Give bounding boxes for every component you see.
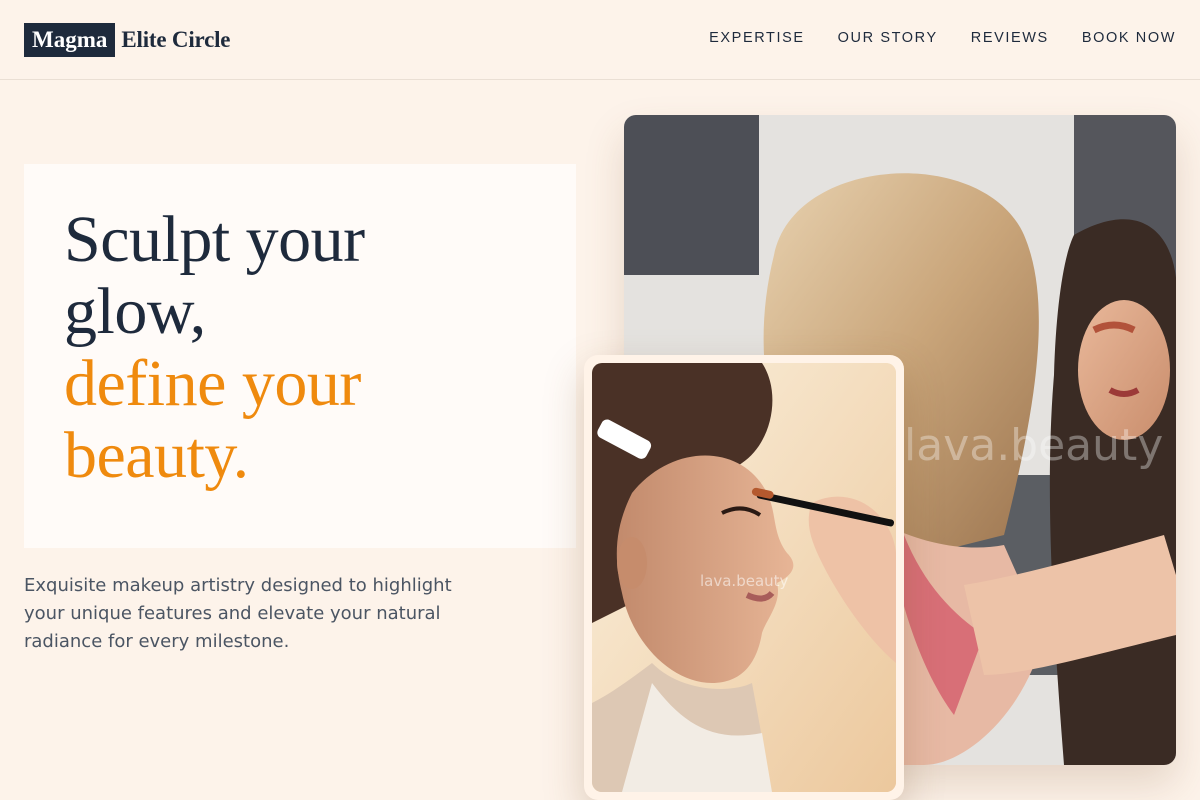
- closeup-photo-illustration: lava.beauty: [592, 363, 896, 792]
- nav-our-story[interactable]: OUR STORY: [838, 30, 938, 46]
- site-header: Magma Elite Circle EXPERTISE OUR STORY R…: [0, 0, 1200, 80]
- headline-accent-line-1: define your: [64, 347, 361, 420]
- brand-logo[interactable]: Magma Elite Circle: [24, 23, 231, 57]
- headline-line-1: Sculpt your: [64, 203, 365, 276]
- hero-card: Sculpt your glow, define your beauty.: [24, 164, 576, 548]
- closeup-photo: lava.beauty: [584, 355, 904, 800]
- hero-headline: Sculpt your glow, define your beauty.: [64, 204, 536, 492]
- nav-reviews[interactable]: REVIEWS: [971, 30, 1049, 46]
- hero-description: Exquisite makeup artistry designed to hi…: [24, 575, 452, 652]
- nav-expertise[interactable]: EXPERTISE: [709, 30, 805, 46]
- main-watermark: lava.beauty: [904, 420, 1163, 471]
- logo-text: Elite Circle: [121, 27, 231, 52]
- main-nav: EXPERTISE OUR STORY REVIEWS BOOK NOW: [709, 30, 1176, 46]
- logo-mark: Magma: [24, 23, 116, 57]
- headline-accent-line-2: beauty.: [64, 419, 249, 492]
- closeup-photo-frame: lava.beauty: [592, 363, 896, 792]
- small-watermark: lava.beauty: [700, 572, 789, 590]
- headline-line-2: glow,: [64, 275, 206, 348]
- nav-book-now[interactable]: BOOK NOW: [1082, 30, 1176, 46]
